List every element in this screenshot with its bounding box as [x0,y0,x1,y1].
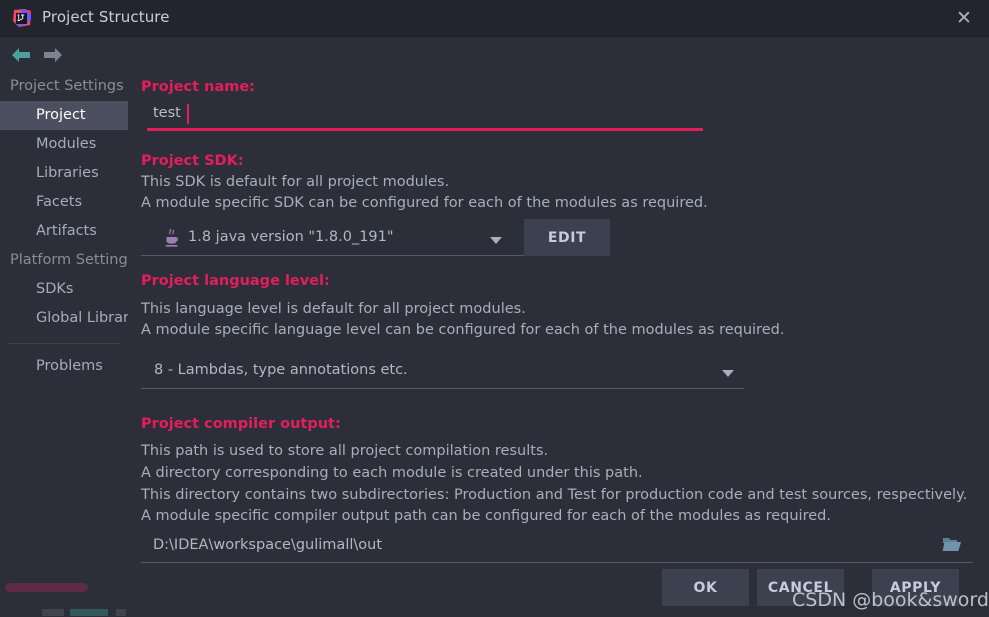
compiler-output-desc-1: This path is used to store all project c… [141,443,549,459]
sidebar-item-libraries[interactable]: Libraries [0,159,128,188]
arrow-right-icon[interactable] [42,46,64,64]
compiler-output-desc-2: A directory corresponding to each module… [141,465,643,481]
nav-group-project-settings: Project Settings [10,78,124,94]
project-structure-dialog: Project Structure ✕ Project Settings Pro… [0,0,989,617]
watermark-text: CSDN @book&sword [792,589,989,611]
language-level-underline [141,388,744,389]
project-sdk-underline [141,255,526,256]
language-level-desc-1: This language level is default for all p… [141,301,526,317]
project-name-label: Project name: [141,79,255,95]
project-sdk-desc-1: This SDK is default for all project modu… [141,174,450,190]
language-level-dropdown[interactable]: 8 - Lambdas, type annotations etc. [141,355,744,389]
project-sdk-value: 1.8 java version "1.8.0_191" [188,229,394,245]
sidebar-item-artifacts[interactable]: Artifacts [0,217,128,246]
text-caret [187,104,189,124]
sidebar-item-problems[interactable]: Problems [0,352,128,381]
project-sdk-desc-2: A module specific SDK can be configured … [141,195,708,211]
compiler-output-desc-4: A module specific compiler output path c… [141,508,831,524]
compiler-output-value: D:\IDEA\workspace\gulimall\out [153,537,383,553]
ok-button[interactable]: OK [662,569,749,606]
project-sdk-dropdown[interactable]: 1.8 java version "1.8.0_191" [141,222,526,256]
project-name-input[interactable]: test [141,101,703,131]
compiler-output-label: Project compiler output: [141,416,341,432]
language-level-label: Project language level: [141,273,330,289]
edit-sdk-button[interactable]: EDIT [524,219,610,256]
intellij-idea-logo-icon [12,8,32,28]
close-icon[interactable]: ✕ [953,7,975,29]
sidebar-divider [8,343,120,344]
chevron-down-icon [490,237,502,244]
title-bar: Project Structure ✕ [0,0,989,37]
compiler-output-desc-3: This directory contains two subdirectori… [141,487,968,503]
arrow-left-icon[interactable] [10,46,32,64]
navigation-arrows [0,42,128,70]
project-name-underline [147,128,703,131]
project-settings-pane: Project name: test Project SDK: This SDK… [128,37,989,617]
java-icon [163,228,181,248]
project-name-value: test [153,105,181,121]
settings-nav-list: Project Settings Project Modules Librari… [0,72,128,381]
nav-group-platform-settings: Platform Settings [10,252,128,268]
settings-sidebar: Project Settings Project Modules Librari… [0,37,128,617]
window-title: Project Structure [42,8,170,26]
sidebar-item-facets[interactable]: Facets [0,188,128,217]
language-level-desc-2: A module specific language level can be … [141,322,785,338]
sidebar-item-global-libraries[interactable]: Global Libraries [0,304,128,333]
folder-icon[interactable] [942,536,962,554]
sidebar-item-modules[interactable]: Modules [0,130,128,159]
language-level-value: 8 - Lambdas, type annotations etc. [154,362,408,378]
sidebar-item-project[interactable]: Project [0,101,128,130]
chevron-down-icon [722,370,734,377]
sidebar-horizontal-scrollbar[interactable] [5,583,88,592]
compiler-output-input[interactable]: D:\IDEA\workspace\gulimall\out [141,531,973,563]
sidebar-item-sdks[interactable]: SDKs [0,275,128,304]
project-sdk-label: Project SDK: [141,153,244,169]
